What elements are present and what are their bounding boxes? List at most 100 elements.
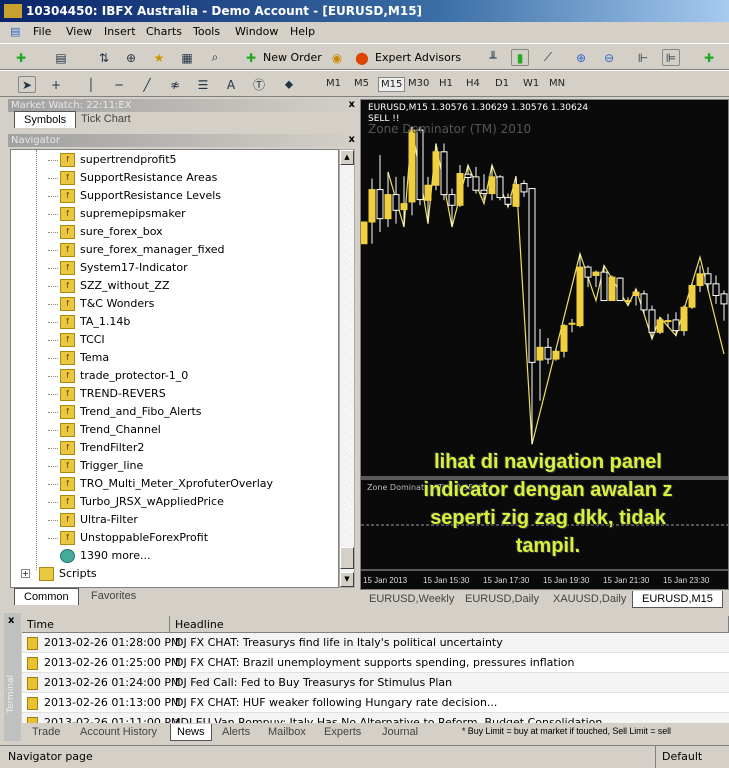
terminal-tab-trade[interactable]: Trade	[26, 724, 66, 741]
indicator-item[interactable]: f TrendFilter2	[11, 439, 331, 457]
news-row[interactable]: 2013-02-26 01:13:00 PM DJ FX CHAT: HUF we…	[22, 693, 729, 713]
fibonacci-retracement-icon[interactable]: ☰	[194, 76, 212, 93]
indicator-item[interactable]: f supertrendprofit5	[11, 151, 331, 169]
text-icon[interactable]: A	[222, 76, 240, 93]
tab-tick-chart[interactable]: Tick Chart	[72, 111, 140, 128]
line-chart-icon[interactable]: ⟋	[539, 49, 557, 66]
terminal-tab-news[interactable]: News	[170, 724, 212, 741]
strategy-tester-icon[interactable]: ⌕	[206, 49, 224, 66]
data-window-icon[interactable]: ⊕	[122, 49, 140, 66]
autoscroll-icon[interactable]: ⊩	[634, 49, 652, 66]
chart-shift-icon[interactable]: ⊫	[662, 49, 680, 66]
menu-insert[interactable]: Insert	[104, 22, 136, 42]
timeframe-h1[interactable]: H1	[437, 77, 455, 90]
chart-tab[interactable]: EURUSD,M15	[632, 591, 723, 608]
timeframe-h4[interactable]: H4	[464, 77, 482, 90]
timeframe-d1[interactable]: D1	[493, 77, 511, 90]
timeframe-mn[interactable]: MN	[547, 77, 567, 90]
close-icon[interactable]: x	[8, 615, 14, 626]
indicator-item[interactable]: f Tema	[11, 349, 331, 367]
scroll-down-icon[interactable]: ▼	[340, 572, 354, 587]
close-icon[interactable]: x	[349, 98, 355, 111]
trendline-icon[interactable]: ╱	[138, 76, 156, 93]
indicator-item[interactable]: f sure_forex_box	[11, 223, 331, 241]
scroll-thumb[interactable]	[340, 547, 354, 569]
menu-file[interactable]: File	[33, 22, 51, 42]
indicator-item[interactable]: f T&C Wonders	[11, 295, 331, 313]
terminal-tab-account-history[interactable]: Account History	[74, 724, 163, 741]
chart-tab[interactable]: EURUSD,Weekly	[360, 591, 463, 608]
new-chart-icon[interactable]: ✚	[12, 49, 30, 66]
arrows-icon[interactable]: ⬥	[280, 76, 298, 93]
timeframe-m1[interactable]: M1	[324, 77, 343, 90]
indicator-item[interactable]: f TCCI	[11, 331, 331, 349]
indicator-item[interactable]: f SupportResistance Areas	[11, 169, 331, 187]
terminal-tab-journal[interactable]: Journal	[376, 724, 424, 741]
menu-charts[interactable]: Charts	[146, 22, 182, 42]
expert-advisors-button[interactable]: Expert Advisors	[375, 51, 461, 64]
chart-tab[interactable]: XAUUSD,Daily	[544, 591, 635, 608]
indicator-item[interactable]: f Trend_Channel	[11, 421, 331, 439]
timeframe-m15[interactable]: M15	[378, 77, 406, 92]
column-header-time[interactable]: Time	[22, 616, 170, 633]
terminal-icon[interactable]: ▦	[178, 49, 196, 66]
expert-advisors-icon[interactable]: ⬤	[353, 49, 371, 66]
tab-symbols[interactable]: Symbols	[14, 111, 77, 128]
terminal-tab-experts[interactable]: Experts	[318, 724, 367, 741]
profiles-icon[interactable]: ▤	[52, 49, 70, 66]
indicator-item[interactable]: f trade_protector-1_0	[11, 367, 331, 385]
menu-view[interactable]: View	[66, 22, 92, 42]
tab-common[interactable]: Common	[14, 588, 79, 605]
zoom-out-icon[interactable]: ⊖	[600, 49, 618, 66]
terminal-strip: x Terminal	[4, 613, 21, 741]
text-label-icon[interactable]: Ⓣ	[250, 76, 268, 93]
scroll-up-icon[interactable]: ▲	[340, 150, 354, 165]
timeframe-w1[interactable]: W1	[521, 77, 541, 90]
scripts-folder[interactable]: + Scripts	[11, 565, 331, 583]
indicator-item[interactable]: f supremepipsmaker	[11, 205, 331, 223]
news-row[interactable]: 2013-02-26 01:24:00 PM DJ Fed Call: Fed t…	[22, 673, 729, 693]
indicator-item[interactable]: f Trend_and_Fibo_Alerts	[11, 403, 331, 421]
bar-chart-icon[interactable]: ╨	[484, 49, 502, 66]
close-icon[interactable]: x	[349, 133, 355, 146]
vertical-line-icon[interactable]: │	[82, 76, 100, 93]
crosshair-icon[interactable]: +	[47, 76, 65, 93]
indicator-item[interactable]: f TRO_Multi_Meter_XprofuterOverlay	[11, 475, 331, 493]
indicator-item[interactable]: f TREND-REVERS	[11, 385, 331, 403]
horizontal-line-icon[interactable]: ─	[110, 76, 128, 93]
timeframe-m5[interactable]: M5	[352, 77, 371, 90]
indicator-item[interactable]: f Trigger_line	[11, 457, 331, 475]
navigator-scrollbar[interactable]: ▲ ▼	[339, 149, 355, 588]
terminal-tab-alerts[interactable]: Alerts	[216, 724, 256, 741]
menu-help[interactable]: Help	[290, 22, 315, 42]
expand-icon[interactable]: +	[21, 569, 30, 578]
menu-tools[interactable]: Tools	[193, 22, 220, 42]
tab-favorites[interactable]: Favorites	[82, 588, 145, 605]
fibonacci-fan-icon[interactable]: ≉	[166, 76, 184, 93]
more-item[interactable]: 1390 more...	[11, 547, 331, 565]
indicator-item[interactable]: f UnstoppableForexProfit	[11, 529, 331, 547]
news-row[interactable]: 2013-02-26 01:25:00 PM DJ FX CHAT: Brazil…	[22, 653, 729, 673]
market-watch-icon[interactable]: ⇅	[95, 49, 113, 66]
indicator-item[interactable]: f TA_1.14b	[11, 313, 331, 331]
column-header-headline[interactable]: Headline	[170, 616, 729, 633]
navigator-icon[interactable]: ★	[150, 49, 168, 66]
news-row[interactable]: 2013-02-26 01:28:00 PM DJ FX CHAT: Treasu…	[22, 633, 729, 653]
indicator-item[interactable]: f Turbo_JRSX_wAppliedPrice	[11, 493, 331, 511]
new-order-button[interactable]: New Order	[263, 51, 322, 64]
terminal-tab-mailbox[interactable]: Mailbox	[262, 724, 312, 741]
indicator-item[interactable]: f SZZ_without_ZZ	[11, 277, 331, 295]
cursor-icon[interactable]: ➤	[18, 76, 36, 93]
indicator-item[interactable]: f Ultra-Filter	[11, 511, 331, 529]
chart-tab[interactable]: EURUSD,Daily	[456, 591, 548, 608]
new-order-icon[interactable]: ✚	[242, 49, 260, 66]
indicator-item[interactable]: f sure_forex_manager_fixed	[11, 241, 331, 259]
menu-window[interactable]: Window	[235, 22, 278, 42]
candlestick-icon[interactable]: ▮	[511, 49, 529, 66]
timeframe-m30[interactable]: M30	[406, 77, 431, 90]
indicator-item[interactable]: f SupportResistance Levels	[11, 187, 331, 205]
alert-icon[interactable]: ◉	[328, 49, 346, 66]
zoom-in-icon[interactable]: ⊕	[572, 49, 590, 66]
indicators-icon[interactable]: ✚	[700, 49, 718, 66]
indicator-item[interactable]: f System17-Indicator	[11, 259, 331, 277]
